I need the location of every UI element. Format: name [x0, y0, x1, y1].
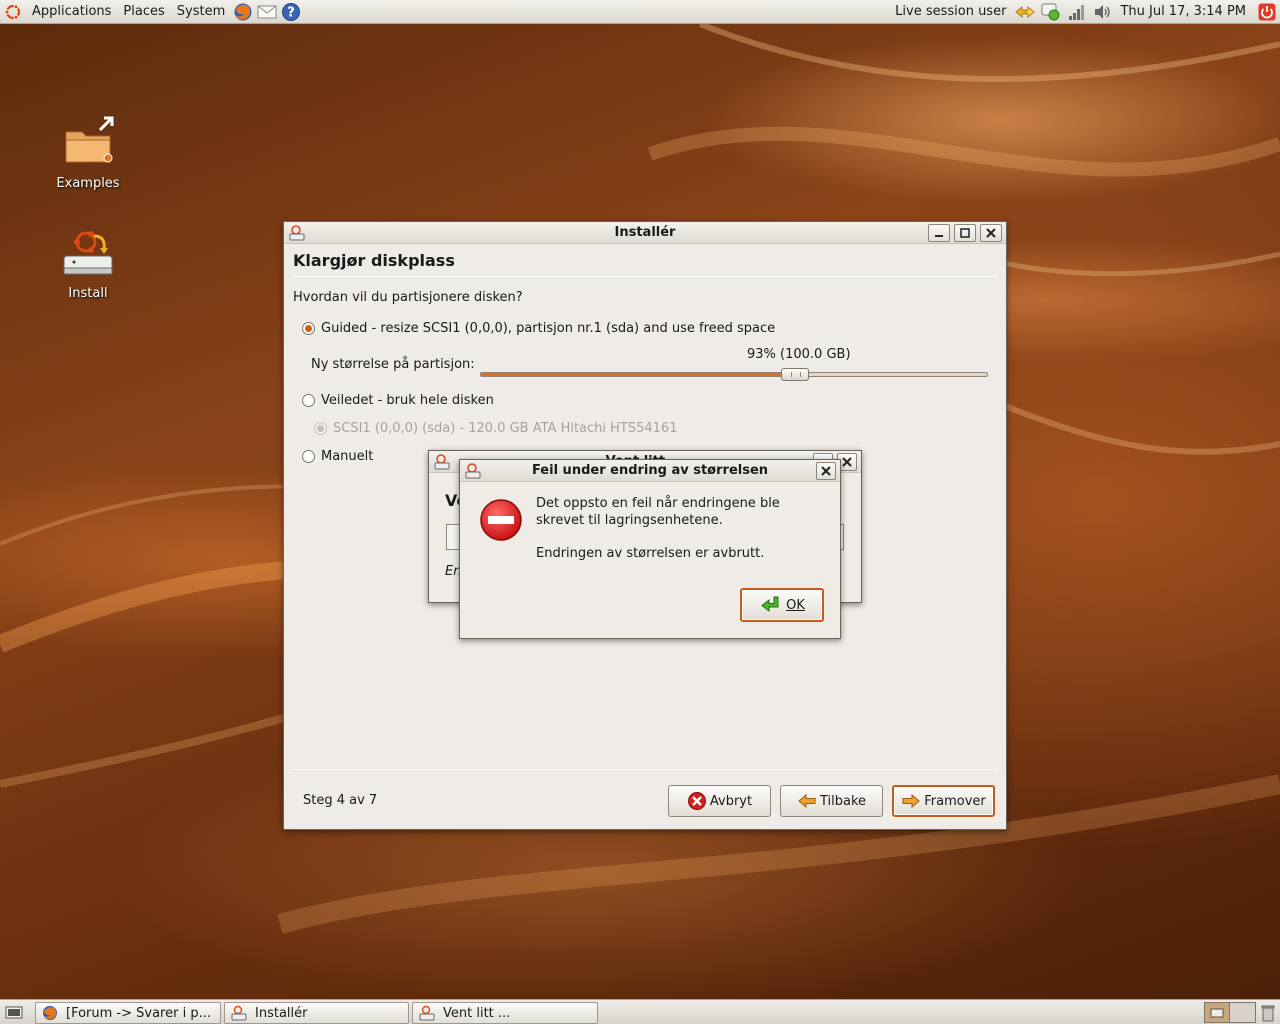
cancel-icon — [687, 792, 706, 810]
installer-task-icon — [231, 1005, 247, 1021]
forward-arrow-icon — [902, 793, 921, 809]
radio-manual[interactable] — [302, 450, 315, 463]
power-icon[interactable] — [1256, 1, 1278, 23]
maximize-icon — [960, 227, 970, 238]
bottom-panel: [Forum -> Svarer i p... Installér Vent l… — [0, 999, 1280, 1024]
volume-icon[interactable] — [1092, 1, 1114, 23]
mail-launcher-icon[interactable] — [256, 1, 278, 23]
back-button-label: Tilbake — [819, 793, 867, 809]
option-disk-select: SCSI1 (0,0,0) (sda) - 120.0 GB ATA Hitac… — [314, 421, 677, 436]
back-arrow-icon — [798, 793, 816, 809]
error-dialog-title: Feil under endring av størrelsen — [531, 463, 769, 478]
svg-text:?: ? — [287, 5, 295, 20]
disk-option-label: SCSI1 (0,0,0) (sda) - 120.0 GB ATA Hitac… — [333, 421, 678, 436]
show-desktop-button[interactable] — [3, 1003, 25, 1023]
menu-applications[interactable]: Applications — [26, 0, 117, 24]
clock[interactable]: Thu Jul 17, 3:14 PM — [1116, 4, 1254, 19]
installer-window-icon — [289, 224, 305, 240]
option-guided-resize-label: Guided - resize SCSI1 (0,0,0), partisjon… — [321, 321, 776, 336]
taskbar-item-wait[interactable]: Vent litt ... — [412, 1002, 598, 1024]
minimize-button[interactable] — [928, 223, 950, 242]
desktop-icon-label: Install — [68, 286, 108, 301]
maximize-button[interactable] — [954, 223, 976, 242]
taskbar-item-label: [Forum -> Svarer i p... — [66, 1005, 211, 1021]
ok-return-icon — [761, 596, 779, 613]
browser-icon — [43, 1006, 57, 1020]
close-icon — [821, 465, 831, 476]
installer-titlebar[interactable]: Installér — [284, 222, 1006, 244]
option-whole-disk[interactable]: Veiledet - bruk hele disken — [302, 393, 494, 408]
slider-fill — [481, 373, 795, 376]
step-indicator: Steg 4 av 7 — [303, 793, 378, 808]
show-desktop-icon — [5, 1006, 23, 1019]
firefox-launcher-icon[interactable] — [232, 1, 254, 23]
option-guided-resize[interactable]: Guided - resize SCSI1 (0,0,0), partisjon… — [302, 321, 775, 336]
update-arrows-icon[interactable] — [1014, 1, 1036, 23]
notification-icon[interactable] — [1040, 1, 1062, 23]
error-message: Det oppsto en feil når endringene ble sk… — [536, 496, 780, 528]
slider-thumb[interactable] — [781, 368, 809, 381]
help-launcher-icon[interactable]: ? — [280, 1, 302, 23]
close-icon — [842, 456, 852, 467]
error-dialog-close-button[interactable] — [816, 461, 836, 480]
network-signal-icon[interactable] — [1066, 1, 1088, 23]
back-button[interactable]: Tilbake — [780, 785, 883, 817]
close-button[interactable] — [980, 223, 1002, 242]
desktop-icon-examples[interactable]: Examples — [38, 116, 138, 191]
trash-icon[interactable] — [1258, 1002, 1278, 1023]
radio-whole-disk[interactable] — [302, 394, 315, 407]
menu-system[interactable]: System — [171, 0, 231, 24]
top-panel: Applications Places System ? Live sessio… — [0, 0, 1280, 24]
workspace-switcher-2[interactable] — [1230, 1002, 1256, 1023]
desktop-icon-label: Examples — [56, 176, 120, 191]
cancel-button-label: Avbryt — [709, 793, 753, 809]
close-icon — [986, 227, 996, 238]
forward-button[interactable]: Framover — [892, 785, 995, 817]
folder-icon — [65, 116, 114, 163]
footer-divider — [293, 769, 997, 770]
error-dialog-titlebar[interactable]: Feil under endring av størrelsen — [460, 460, 840, 482]
cancel-button[interactable]: Avbryt — [668, 785, 771, 817]
radio-guided-resize[interactable] — [302, 322, 315, 335]
taskbar-item-label: Vent litt ... — [443, 1005, 511, 1021]
desktop-icon-install[interactable]: Install — [38, 226, 138, 301]
installer-title: Installér — [614, 225, 676, 240]
error-dialog: Feil under endring av størrelsen Det opp… — [459, 459, 841, 639]
slider-label: Ny størrelse på partisjon: — [311, 357, 475, 372]
page-title: Klargjør diskplass — [293, 251, 455, 270]
workspace-switcher-1[interactable] — [1204, 1002, 1230, 1023]
minimize-icon — [935, 234, 943, 237]
heading-divider — [293, 276, 997, 277]
forward-button-label: Framover — [924, 793, 986, 809]
system-tray: Live session user Thu Jul 17, 3:14 PM — [889, 0, 1280, 24]
wait-dialog-icon — [434, 453, 450, 469]
slider-value: 93% (100.0 GB) — [747, 347, 851, 362]
radio-disk-select — [314, 422, 327, 435]
error-stop-icon — [480, 499, 522, 541]
install-drive-icon — [63, 231, 113, 275]
wait-task-icon — [419, 1005, 435, 1021]
ok-button[interactable]: OK — [740, 588, 824, 622]
error-detail: Endringen av størrelsen er avbrutt. — [536, 546, 765, 561]
partition-question: Hvordan vil du partisjonere disken? — [293, 290, 523, 305]
option-manual[interactable]: Manuelt — [302, 449, 373, 464]
ubuntu-logo-icon — [4, 3, 21, 20]
option-manual-label: Manuelt — [321, 449, 374, 464]
option-whole-disk-label: Veiledet - bruk hele disken — [321, 393, 494, 408]
partition-size-slider[interactable] — [480, 368, 988, 381]
menu-places[interactable]: Places — [117, 0, 170, 24]
ok-button-label: OK — [786, 597, 805, 613]
taskbar-item-forum[interactable]: [Forum -> Svarer i p... — [35, 1002, 221, 1024]
error-dialog-window-icon — [465, 462, 481, 478]
user-switcher[interactable]: Live session user — [889, 0, 1012, 24]
workspace-window-icon — [1210, 1008, 1224, 1017]
taskbar-item-installer[interactable]: Installér — [224, 1002, 409, 1024]
taskbar-item-label: Installér — [255, 1005, 308, 1021]
